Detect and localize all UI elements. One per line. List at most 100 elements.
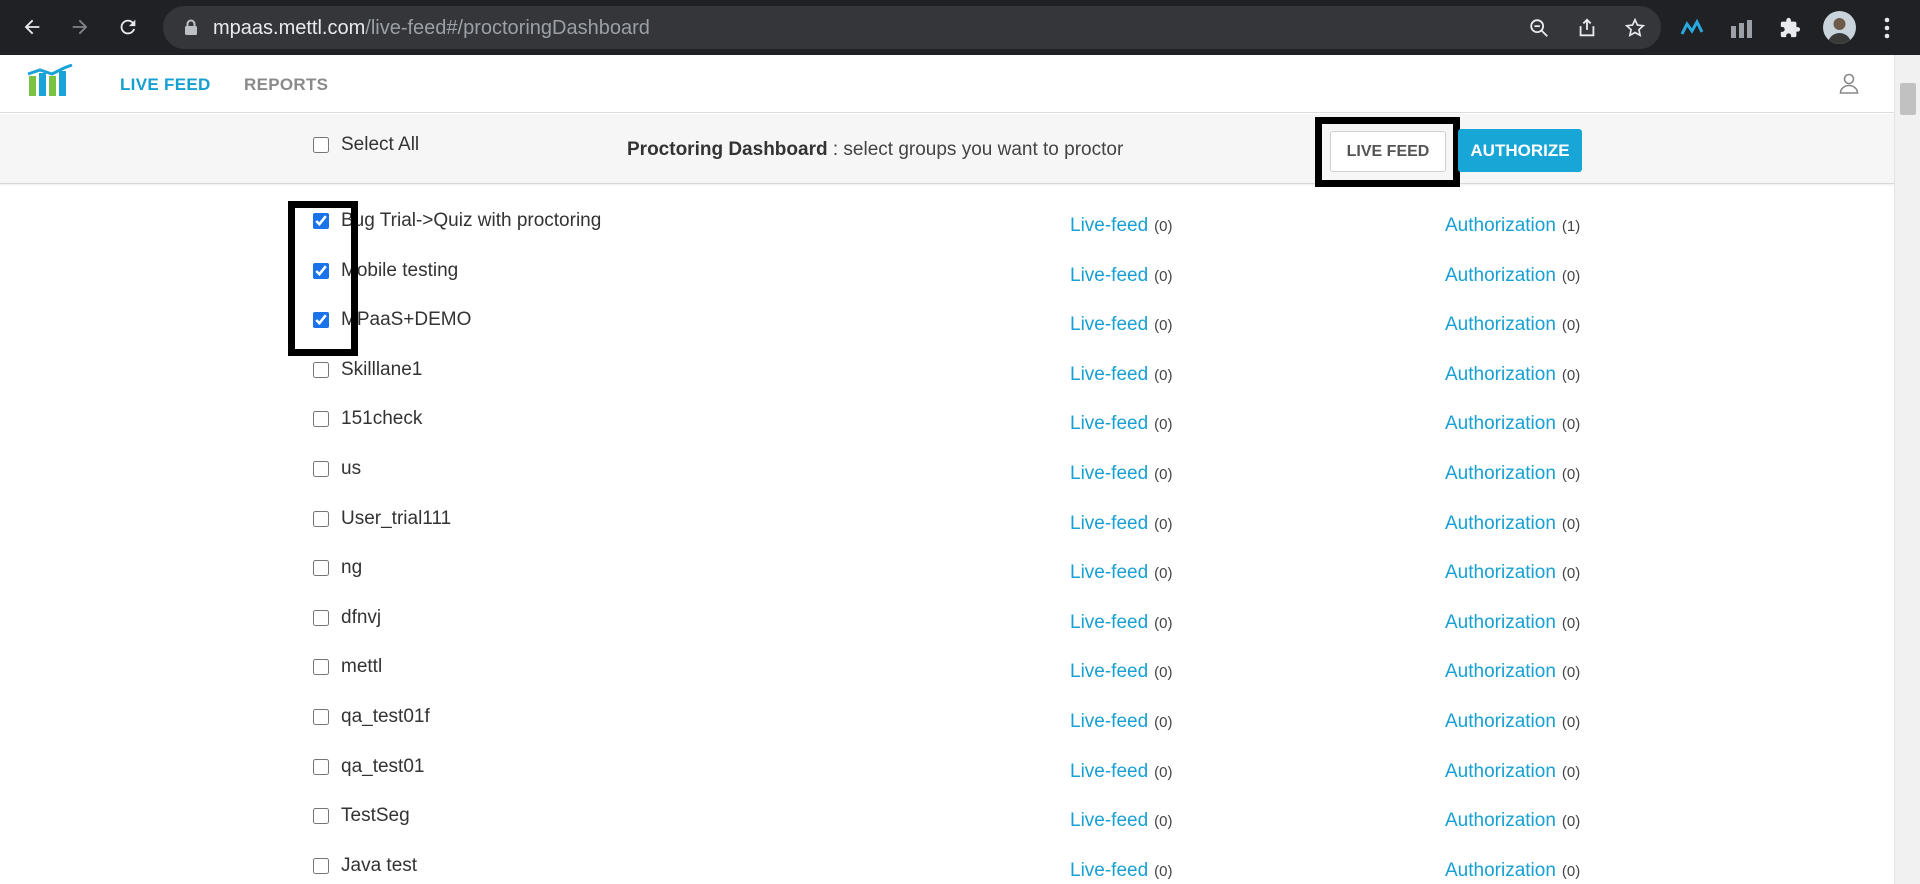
group-checkbox[interactable]: [313, 560, 329, 577]
group-row: Bug Trial->Quiz with proctoring Live-feed…: [0, 184, 1894, 236]
share-icon[interactable]: [1573, 14, 1601, 42]
authorization-count: (0): [1561, 317, 1581, 335]
group-row: dfnvj Live-feed (0) Authorization (0): [0, 581, 1894, 633]
group-name: qa_test01f: [341, 706, 430, 727]
page-scrollbar[interactable]: [1894, 55, 1920, 884]
group-name: mettl: [341, 656, 383, 678]
group-name: qa_test01: [341, 755, 425, 777]
group-checkbox[interactable]: [313, 609, 329, 626]
group-name: MPaaS+DEMO: [341, 309, 472, 331]
dashboard-toolbar: Select All Proctoring Dashboard : select…: [0, 114, 1894, 187]
bookmark-star-icon[interactable]: [1621, 14, 1649, 42]
authorization-count: (0): [1561, 366, 1581, 384]
mettl-logo[interactable]: [26, 63, 74, 103]
group-row: qa_test01 Live-feed (0) Authorization (0): [0, 730, 1894, 782]
group-row: 151check Live-feed (0) Authorization (0): [0, 382, 1894, 434]
group-checkbox[interactable]: [313, 808, 329, 825]
group-checkbox[interactable]: [313, 758, 329, 775]
group-row: Mobile testing Live-feed (0) Authorization(…: [0, 234, 1894, 286]
user-icon[interactable]: [1837, 71, 1861, 100]
live-feed-link[interactable]: Live-feed: [1070, 860, 1148, 881]
live-feed-count: (0): [1154, 813, 1173, 831]
group-checkbox[interactable]: [313, 510, 329, 527]
page-title-bold: Proctoring Dashboard: [627, 139, 828, 160]
live-feed-count: (0): [1154, 714, 1173, 731]
group-name: dfnvj: [341, 606, 382, 628]
live-feed-count: (0): [1154, 466, 1173, 483]
authorization-count: (0): [1561, 664, 1581, 682]
group-live-feed: Live-feed (0): [1070, 860, 1173, 882]
group-row: ng Live-feed (0) Authorization (0): [0, 531, 1894, 583]
live-feed-count: (0): [1154, 515, 1173, 533]
page-title-subtitle: : select groups you want to proctor: [827, 139, 1124, 160]
group-row: Java test Live-feed (0) Authorization (0): [0, 829, 1894, 882]
authorization-count: (0): [1561, 862, 1581, 880]
extensions-puzzle-icon[interactable]: [1773, 11, 1807, 45]
zoom-out-icon[interactable]: [1525, 14, 1553, 42]
group-checkbox[interactable]: [313, 361, 329, 378]
back-icon[interactable]: [14, 9, 50, 45]
group-name: TestSeg: [341, 805, 410, 827]
group-row: Skilllane1 Live-feed (0) Authorization (0): [0, 333, 1894, 385]
extension-blue-icon[interactable]: [1677, 11, 1711, 45]
select-all-checkbox[interactable]: [313, 137, 329, 153]
group-select[interactable]: Java test: [313, 855, 417, 877]
group-row: User_trial111 Live-feed (0) Authorization (0…: [0, 482, 1894, 534]
group-select[interactable]: mettl: [313, 656, 382, 678]
group-select[interactable]: ng: [313, 557, 362, 579]
browser-menu-icon[interactable]: [1870, 11, 1904, 45]
live-feed-count: (0): [1154, 862, 1173, 880]
authorize-button[interactable]: AUTHORIZE: [1458, 129, 1582, 172]
live-feed-count: (0): [1154, 416, 1173, 434]
live-feed-highlight-box: [1315, 117, 1460, 187]
selected-checkboxes-highlight-box: [288, 201, 358, 356]
group-name: 151check: [341, 408, 423, 430]
group-select[interactable]: User_trial111: [313, 508, 451, 530]
group-checkbox[interactable]: [313, 857, 329, 874]
group-select[interactable]: us: [313, 458, 361, 480]
group-checkbox[interactable]: [313, 461, 329, 477]
mettl-extension-icon[interactable]: [1725, 11, 1759, 45]
authorization-count: (0): [1561, 565, 1581, 583]
authorization-count: (0): [1561, 714, 1581, 731]
authorization-count: (0): [1561, 466, 1581, 483]
url-text: mpaas.mettl.com/live-feed#/proctoringDas…: [213, 17, 650, 39]
group-name: ng: [341, 557, 363, 579]
profile-avatar[interactable]: [1823, 11, 1856, 44]
select-all-label: Select All: [341, 134, 420, 155]
scrollbar-thumb[interactable]: [1900, 83, 1916, 115]
group-select[interactable]: Skilllane1: [313, 359, 422, 381]
authorization-count: (0): [1561, 813, 1581, 831]
select-all-control[interactable]: Select All: [313, 134, 419, 156]
forward-icon[interactable]: [62, 9, 98, 45]
nav-reports[interactable]: REPORTS: [244, 75, 328, 95]
reload-icon[interactable]: [110, 9, 146, 45]
authorization-count: (1): [1561, 218, 1581, 235]
group-select[interactable]: dfnvj: [313, 607, 381, 629]
authorization-count: (0): [1561, 416, 1581, 434]
group-select[interactable]: qa_test01f: [313, 706, 430, 728]
group-authorization: Authorization (0): [1445, 860, 1580, 882]
group-checkbox[interactable]: [313, 709, 329, 725]
address-bar[interactable]: mpaas.mettl.com/live-feed#/proctoringDas…: [163, 6, 1661, 49]
group-list: Bug Trial->Quiz with proctoring Live-feed…: [0, 184, 1894, 884]
lock-icon: [184, 19, 198, 41]
group-select[interactable]: qa_test01: [313, 756, 424, 778]
group-select[interactable]: TestSeg: [313, 805, 410, 827]
browser-chrome: mpaas.mettl.com/live-feed#/proctoringDas…: [0, 0, 1920, 55]
authorization-link[interactable]: Authorization: [1445, 860, 1556, 881]
live-feed-count: (0): [1154, 267, 1173, 285]
live-feed-count: (0): [1154, 218, 1173, 235]
live-feed-count: (0): [1154, 565, 1173, 583]
group-name: Skilllane1: [341, 358, 423, 380]
group-name: Bug Trial->Quiz with proctoring: [341, 210, 602, 231]
authorization-count: (0): [1561, 763, 1581, 781]
group-checkbox[interactable]: [313, 659, 329, 676]
group-checkbox[interactable]: [313, 411, 329, 428]
group-select[interactable]: 151check: [313, 408, 422, 430]
group-row: qa_test01f Live-feed (0) Authorization (0): [0, 680, 1894, 732]
live-feed-count: (0): [1154, 664, 1173, 682]
nav-live-feed[interactable]: LIVE FEED: [120, 75, 211, 95]
group-row: TestSeg Live-feed (0) Authorization (0): [0, 779, 1894, 831]
live-feed-count: (0): [1154, 317, 1173, 335]
